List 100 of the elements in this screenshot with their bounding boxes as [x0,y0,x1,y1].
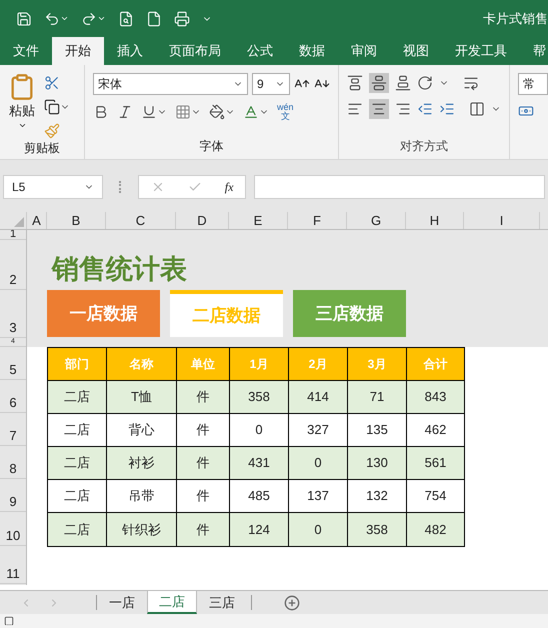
italic-icon[interactable] [117,104,133,120]
table-cell: 件 [177,381,230,414]
wrap-text-icon[interactable] [463,75,479,91]
table-cell: 358 [230,381,289,414]
ribbon-tab[interactable]: 帮 [520,37,548,65]
merge-icon[interactable] [469,101,485,117]
row-header[interactable]: 9 [0,479,26,512]
group-label: 剪贴板 [23,140,61,157]
name-box[interactable]: L5 [3,174,103,198]
table-cell: 327 [289,414,348,447]
table-cell: T恤 [107,381,177,414]
decrease-indent-icon[interactable] [417,101,433,117]
redo-icon[interactable] [81,10,97,26]
column-header[interactable]: E [229,212,288,229]
caret-icon[interactable] [97,14,106,23]
font-name-field[interactable]: 宋体 [93,73,248,95]
top-align-icon[interactable] [347,75,363,91]
add-sheet-icon[interactable] [284,594,300,610]
table-cell: 414 [289,381,348,414]
table-header-cell: 部门 [48,348,107,381]
table-cell: 二店 [48,480,107,513]
fill-color-icon[interactable] [209,104,225,120]
table-cell: 件 [177,480,230,513]
paste-button[interactable]: 粘贴 [8,73,36,139]
column-header[interactable]: G [347,212,406,229]
ribbon-tab[interactable]: 文件 [0,37,52,65]
table-header-cell: 名称 [107,348,177,381]
phonetic-button[interactable]: wén 文 [277,103,294,121]
row-header[interactable]: 2 [0,240,26,290]
table-cell: 背心 [107,414,177,447]
table-cell: 431 [230,447,289,480]
table-cell: 132 [348,480,407,513]
copy-icon[interactable] [44,99,60,115]
sheet-tab[interactable]: 一店 [97,591,147,614]
table-cell: 件 [177,513,230,547]
table-header-cell: 2月 [289,348,348,381]
table-cell: 二店 [48,513,107,547]
sheet-title: 销售统计表 [52,252,187,286]
border-icon[interactable] [175,104,191,120]
ribbon-tab[interactable]: 开发工具 [442,37,520,65]
ribbon-tab[interactable]: 数据 [286,37,338,65]
formula-field[interactable] [254,174,545,198]
table-header-cell: 合计 [407,348,465,381]
print-preview-icon[interactable] [118,10,134,26]
save-icon[interactable] [16,10,32,26]
align-left-icon[interactable] [347,101,363,117]
ribbon-tab[interactable]: 公式 [234,37,286,65]
row-header[interactable]: 3 [0,290,26,338]
number-format-field[interactable]: 常 [518,73,548,95]
column-header[interactable]: F [288,212,347,229]
table-cell: 754 [407,480,465,513]
table-cell: 二店 [48,447,107,480]
ribbon-tab[interactable]: 页面布局 [156,37,234,65]
group-label: 字体 [198,138,224,155]
increase-indent-icon[interactable] [439,101,455,117]
table-cell: 二店 [48,414,107,447]
insert-function-button[interactable]: fx [224,178,234,196]
table-cell: 0 [289,513,348,547]
table-cell: 吊带 [107,480,177,513]
ribbon-tab[interactable]: 视图 [390,37,442,65]
bottom-align-icon[interactable] [395,75,411,91]
column-header[interactable]: A [27,212,47,229]
table-header-cell: 3月 [348,348,407,381]
table-cell: 843 [407,381,465,414]
table-cell: 137 [289,480,348,513]
table-cell: 件 [177,447,230,480]
column-header[interactable]: B [47,212,106,229]
triangle-icon [14,217,24,227]
align-right-icon[interactable] [395,101,411,117]
row-header[interactable]: 11 [0,546,26,584]
row-header[interactable]: 7 [0,413,26,446]
table-cell: 130 [348,447,407,480]
align-center-icon[interactable] [371,101,387,117]
row-header[interactable]: 10 [0,512,26,546]
row-header[interactable]: 6 [0,380,26,413]
underline-icon[interactable] [141,104,157,120]
scissors-icon[interactable] [44,75,60,91]
ribbon-tab[interactable]: 开始 [52,37,104,65]
middle-align-icon[interactable] [371,75,387,91]
sheet-tab[interactable]: 二店 [147,591,197,614]
table-cell: 135 [348,414,407,447]
column-header[interactable]: D [176,212,229,229]
new-document-icon[interactable] [146,10,162,26]
ribbon-tab[interactable]: 审阅 [338,37,390,65]
undo-icon[interactable] [44,10,60,26]
font-color-icon[interactable] [243,104,259,120]
orientation-icon[interactable] [417,75,433,91]
table-header-cell: 单位 [177,348,230,381]
sheet-tab[interactable]: 三店 [197,591,247,614]
row-header[interactable]: 5 [0,347,26,380]
column-header[interactable]: C [106,212,176,229]
caret-icon[interactable] [60,14,69,23]
printer-icon[interactable] [174,10,190,26]
table-cell: 衬衫 [107,447,177,480]
ribbon-tab[interactable]: 插入 [104,37,156,65]
font-size-field[interactable]: 9 [252,73,290,95]
row-header[interactable]: 8 [0,446,26,479]
column-header[interactable]: I [464,212,540,229]
table-cell: 二店 [48,381,107,414]
column-header[interactable]: H [406,212,464,229]
